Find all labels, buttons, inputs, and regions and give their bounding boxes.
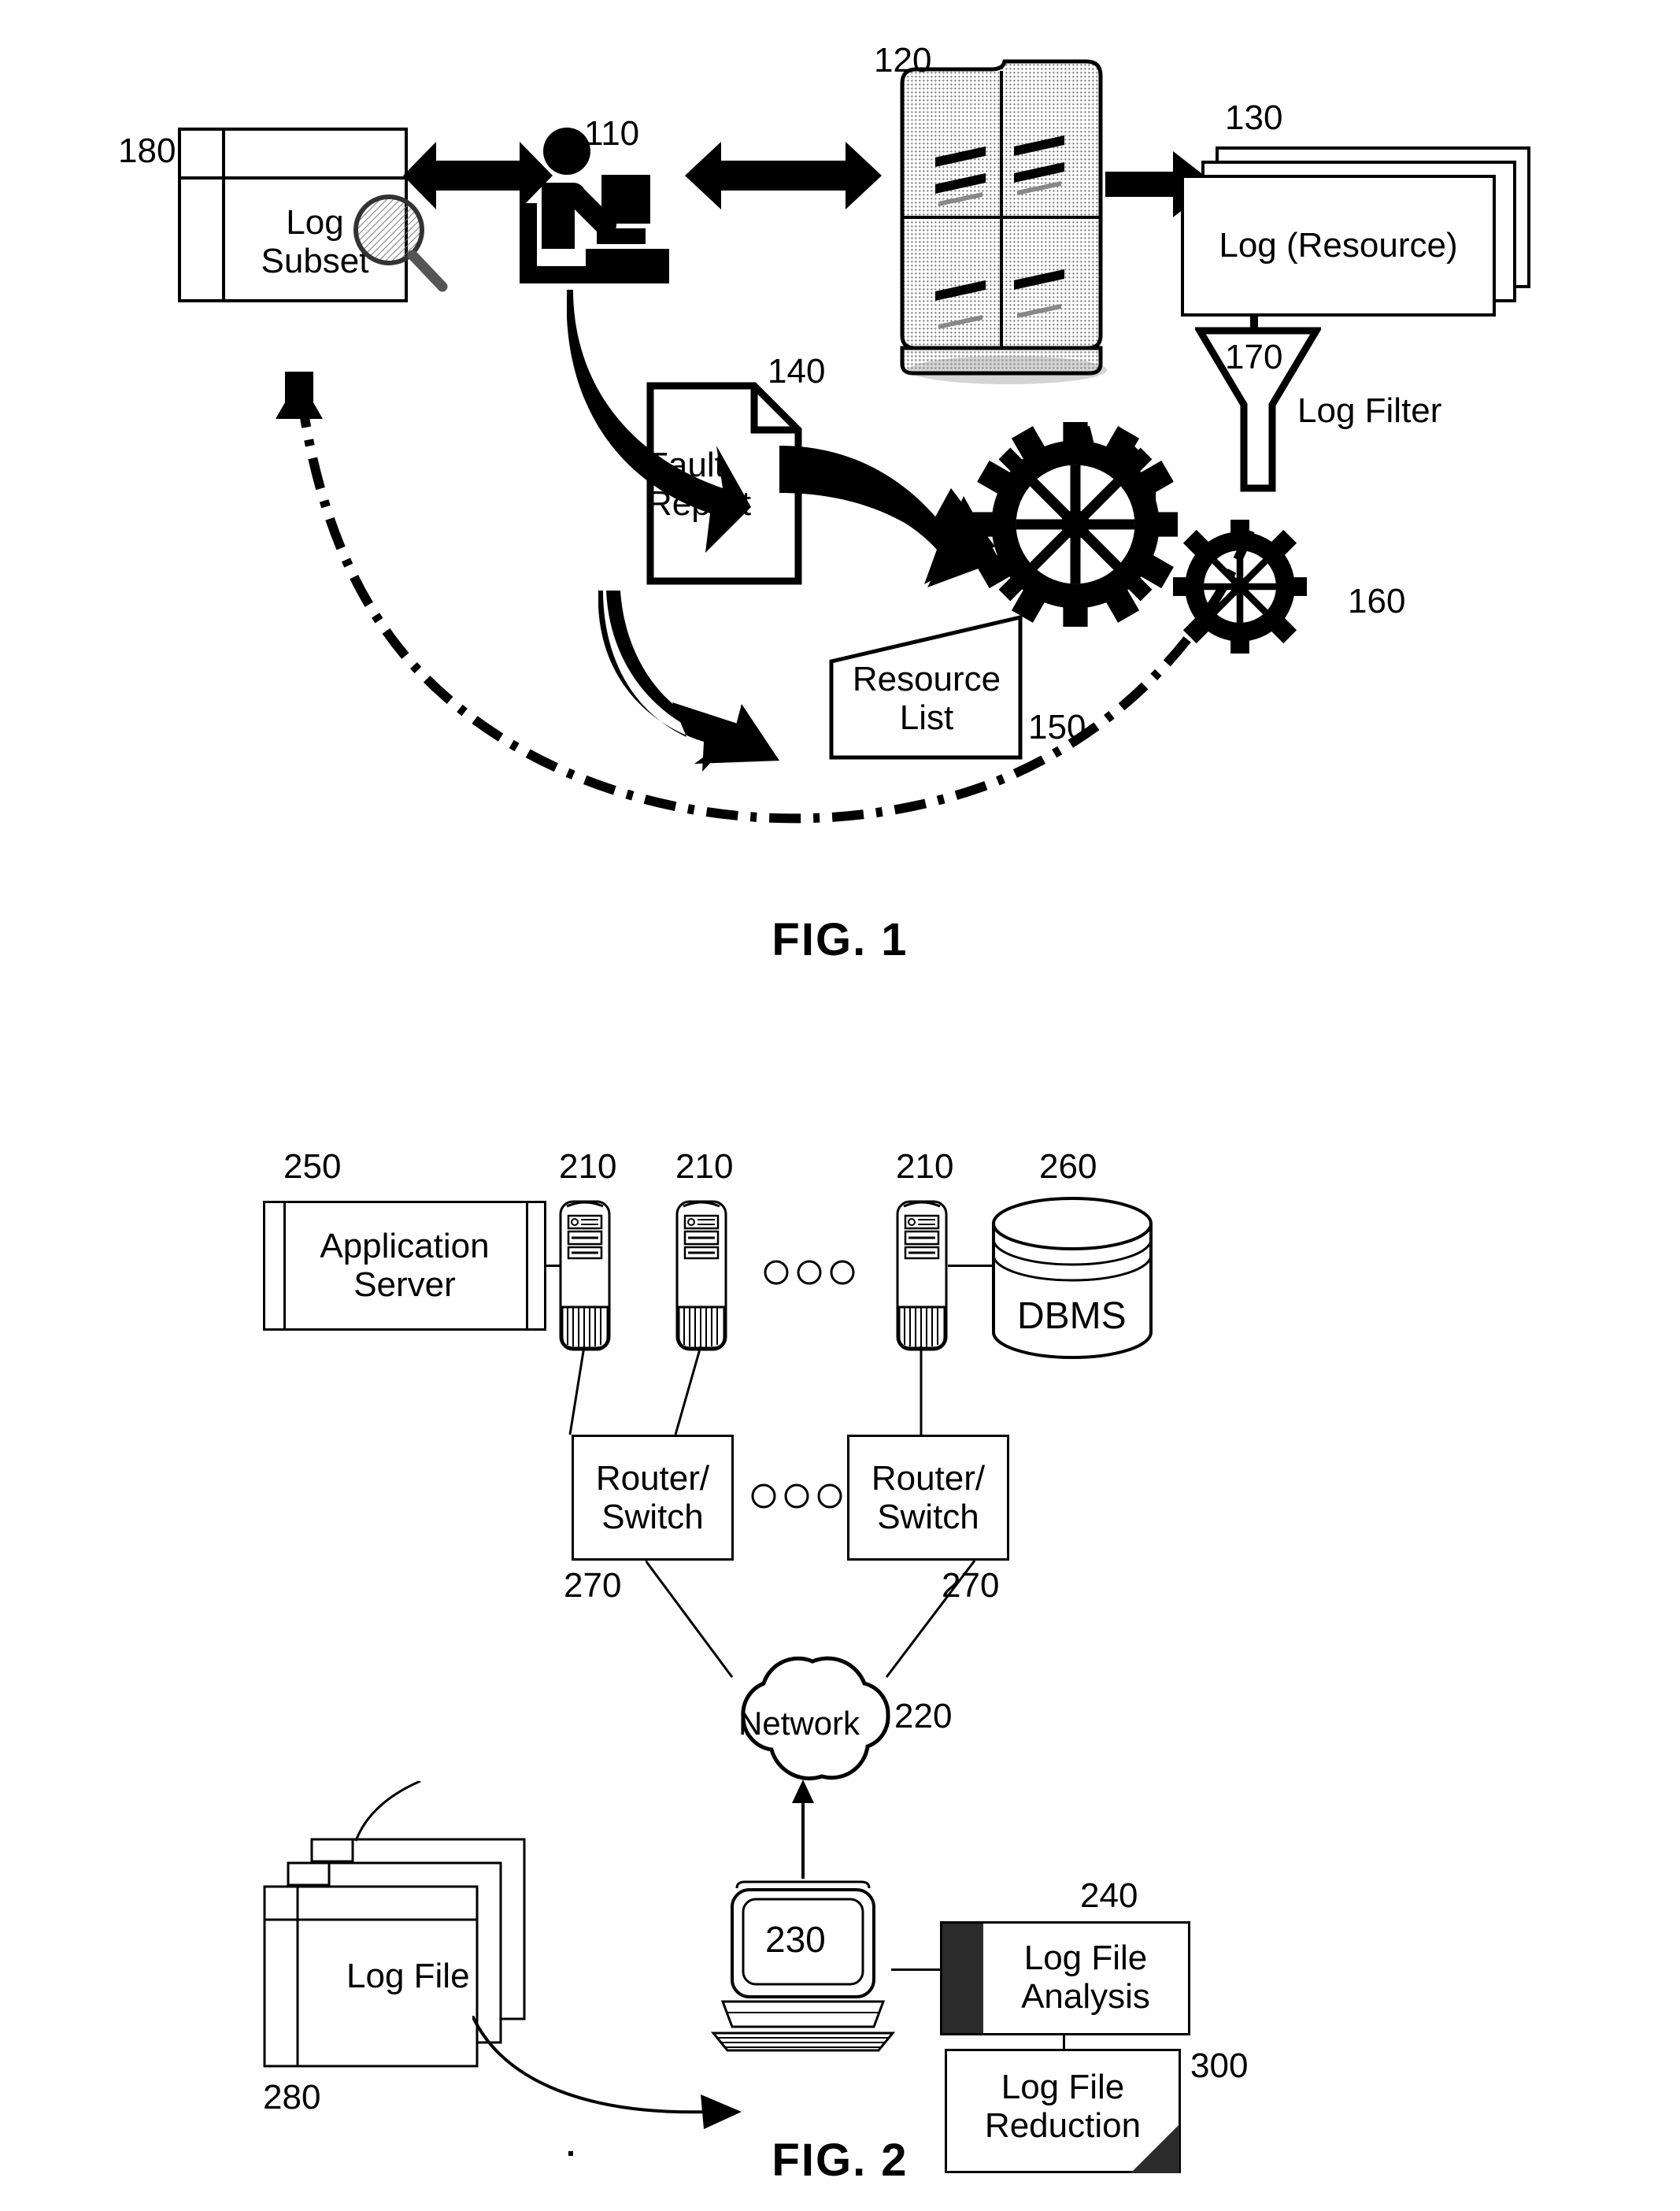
log-file-reduction-label-line1: Log File xyxy=(1001,2068,1125,2106)
router-switch-left: Router/ Switch xyxy=(572,1435,734,1561)
router-switch-left-label-line2: Switch xyxy=(601,1498,704,1536)
log-file-analysis-label-line2: Analysis xyxy=(1021,1977,1150,2017)
link-workstation-analysis xyxy=(891,1968,940,1971)
application-server-box-left-rail xyxy=(283,1201,286,1331)
workstation-computer-icon xyxy=(710,1880,896,2052)
arrow-workstation-network xyxy=(792,1780,814,1879)
ref-280: 280 xyxy=(263,2078,321,2117)
application-server-label-line2: Server xyxy=(353,1265,456,1305)
router-switch-left-label-line1: Router/ xyxy=(595,1458,710,1498)
ref-210-b: 210 xyxy=(675,1147,734,1186)
ref-220: 220 xyxy=(894,1697,953,1735)
log-file-analysis-label: Log File Analysis xyxy=(984,1939,1187,2017)
ref-210-c: 210 xyxy=(896,1147,954,1186)
dbms-label: DBMS xyxy=(1017,1295,1127,1337)
figure-1: 180 Log Subset 110 120 130 Log (Resource… xyxy=(0,0,1680,992)
router-switch-right-label-line1: Router/ xyxy=(871,1458,986,1498)
ref-230: 230 xyxy=(765,1919,826,1960)
ref-300: 300 xyxy=(1190,2046,1249,2085)
patent-drawing-sheet: 180 Log Subset 110 120 130 Log (Resource… xyxy=(0,0,1680,2211)
ref-130: 130 xyxy=(1225,98,1283,137)
log-file-analysis-label-line1: Log File xyxy=(1023,1939,1148,1977)
router-switch-right-label: Router/ Switch xyxy=(871,1459,985,1537)
ref-250: 250 xyxy=(283,1147,342,1186)
feedback-path-dash-dot xyxy=(276,372,1255,824)
router-switch-right: Router/ Switch xyxy=(847,1435,1009,1561)
figure-2: 250 Application Server 210 210 210 260 D… xyxy=(0,1087,1680,2211)
figure-2-caption: FIG. 2 xyxy=(772,2135,908,2186)
ref-180: 180 xyxy=(118,131,176,170)
ref-260: 260 xyxy=(1039,1147,1097,1186)
ellipsis-servers xyxy=(764,1260,855,1285)
network-label: Network xyxy=(738,1705,860,1742)
application-server-label-line1: Application xyxy=(320,1227,490,1265)
ref-240: 240 xyxy=(1080,1876,1138,1915)
log-file-analysis-accent-bar xyxy=(942,1924,983,2033)
log-file-label: Log File xyxy=(346,1957,470,1995)
ref-270-left: 270 xyxy=(564,1566,622,1605)
router-switch-right-label-line2: Switch xyxy=(877,1498,979,1536)
server-tower-icon-a xyxy=(559,1200,611,1351)
leader-line-log-file xyxy=(354,1781,421,1842)
links-servers-routers xyxy=(568,1346,923,1435)
arrow-user-server xyxy=(685,142,882,209)
figure-1-caption: FIG. 1 xyxy=(772,914,908,965)
ref-160: 160 xyxy=(1348,582,1406,620)
log-subset-window-sidebar-divider xyxy=(222,128,225,302)
log-filter-label: Log Filter xyxy=(1297,391,1442,430)
server-tower-icon-b xyxy=(675,1200,727,1351)
log-subset-window-titlebar-divider xyxy=(178,176,408,180)
router-switch-left-label: Router/ Switch xyxy=(596,1459,709,1537)
server-tower-icon-c xyxy=(896,1200,948,1351)
ref-210-a: 210 xyxy=(559,1147,617,1186)
application-server-box-right-rail xyxy=(526,1201,528,1331)
application-server-label: Application Server xyxy=(287,1227,523,1305)
ellipsis-routers xyxy=(751,1483,842,1509)
